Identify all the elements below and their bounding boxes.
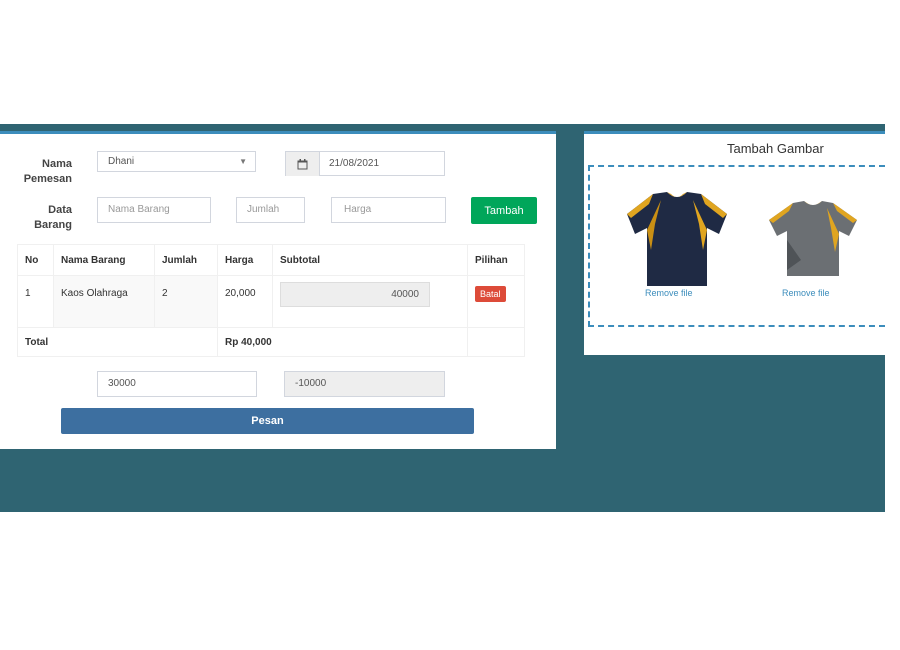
calendar-icon xyxy=(286,152,320,176)
header-no: No xyxy=(17,244,54,276)
upload-title: Tambah Gambar xyxy=(727,141,824,156)
shirt-image-dark xyxy=(627,192,727,286)
header-subtotal: Subtotal xyxy=(272,244,468,276)
header-price: Harga xyxy=(217,244,273,276)
uploaded-image-2 xyxy=(767,200,859,283)
order-date-value: 21/08/2021 xyxy=(329,158,380,169)
item-name-input[interactable]: Nama Barang xyxy=(97,197,211,223)
order-date-field[interactable]: 21/08/2021 xyxy=(285,151,445,176)
order-items-table: No Nama Barang Jumlah Harga Subtotal Pil… xyxy=(17,244,525,357)
shirt-image-grey xyxy=(769,201,857,276)
header-options: Pilihan xyxy=(467,244,525,276)
change-amount-field: -10000 xyxy=(284,371,445,397)
customer-name-label: Nama Pemesan xyxy=(23,158,72,185)
cancel-item-button[interactable]: Batal xyxy=(475,286,506,302)
row-quantity: 2 xyxy=(154,275,218,328)
header-item-name: Nama Barang xyxy=(53,244,155,276)
row-price: 20,000 xyxy=(217,275,273,328)
row-subtotal-cell: 40000 xyxy=(272,275,468,328)
price-input[interactable]: Harga xyxy=(331,197,446,223)
table-row: 1 Kaos Olahraga 2 20,000 40000 Batal xyxy=(17,275,525,328)
header-quantity: Jumlah xyxy=(154,244,218,276)
row-subtotal-field: 40000 xyxy=(280,282,430,307)
row-item-name: Kaos Olahraga xyxy=(53,275,155,328)
order-submit-button[interactable]: Pesan xyxy=(61,408,474,434)
row-actions: Batal xyxy=(467,275,525,328)
uploaded-image-1 xyxy=(623,190,731,293)
chevron-down-icon: ▼ xyxy=(239,157,247,166)
row-no: 1 xyxy=(17,275,54,328)
total-row: Total Rp 40,000 xyxy=(17,327,525,357)
payment-amount-input[interactable]: 30000 xyxy=(97,371,257,397)
item-data-label: Data Barang xyxy=(34,204,72,231)
remove-file-link-1[interactable]: Remove file xyxy=(645,288,693,298)
table-header-row: No Nama Barang Jumlah Harga Subtotal Pil… xyxy=(17,244,525,276)
customer-select[interactable]: Dhani ▼ xyxy=(97,151,256,172)
total-label: Total xyxy=(17,327,218,357)
total-empty-cell xyxy=(467,327,525,357)
quantity-input[interactable]: Jumlah xyxy=(236,197,305,223)
total-value: Rp 40,000 xyxy=(217,327,468,357)
customer-select-value: Dhani xyxy=(108,156,135,167)
remove-file-link-2[interactable]: Remove file xyxy=(782,288,830,298)
add-item-button[interactable]: Tambah xyxy=(471,197,537,224)
